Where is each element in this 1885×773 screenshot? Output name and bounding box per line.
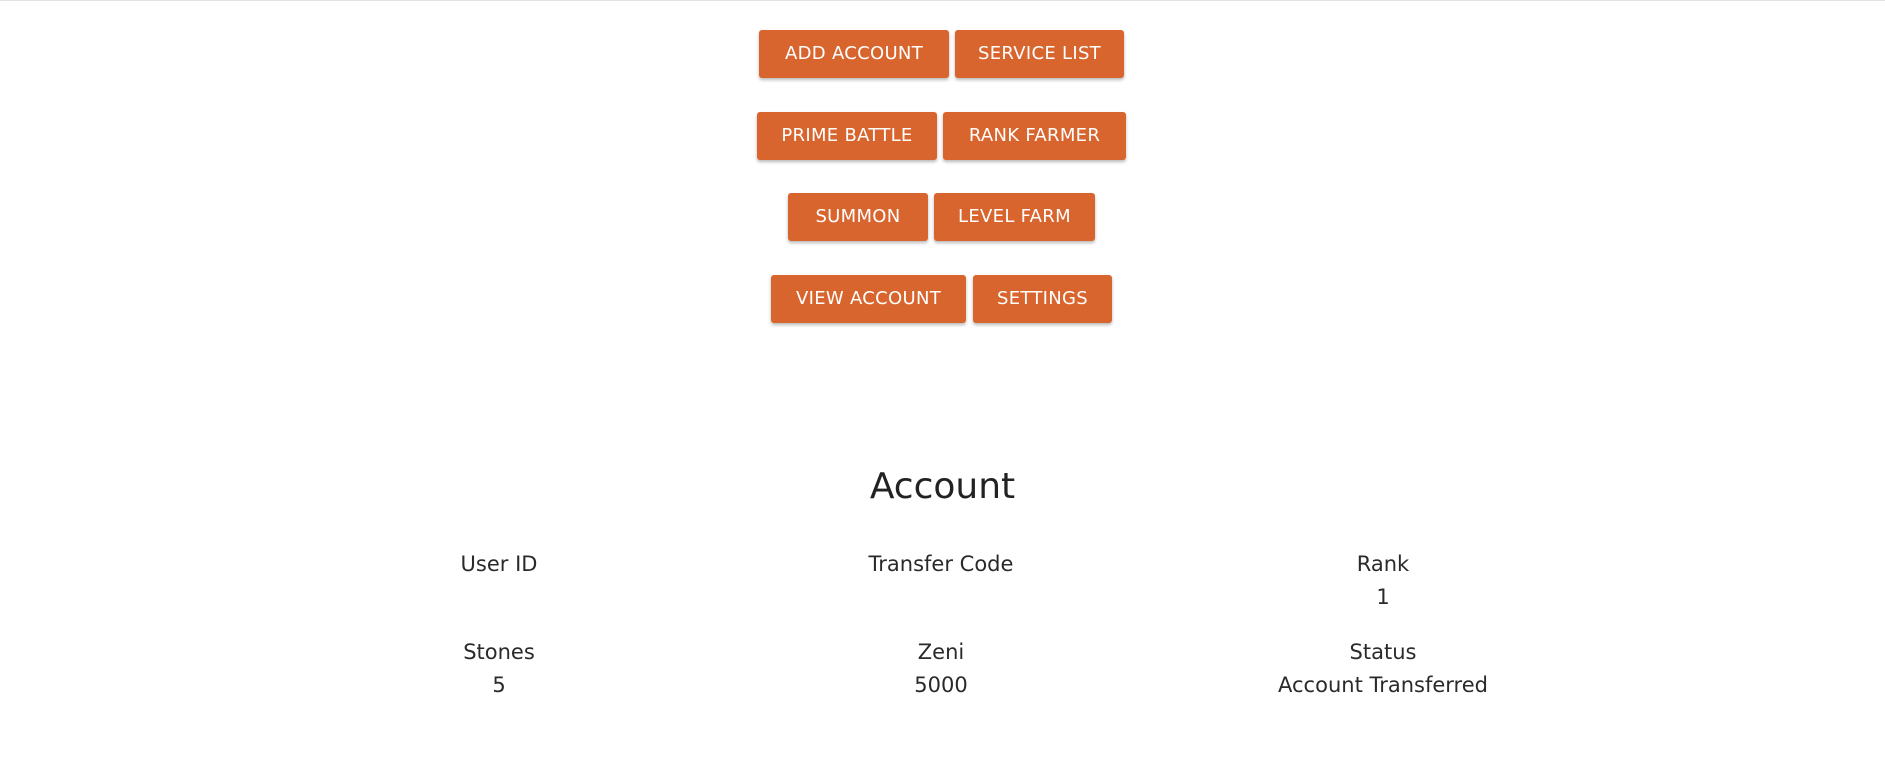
prime-battle-button[interactable]: PRIME BATTLE xyxy=(757,112,937,160)
user-id-field: User ID xyxy=(289,548,709,614)
stones-label: Stones xyxy=(463,640,535,664)
nav-row-4: VIEW ACCOUNT SETTINGS xyxy=(0,275,1885,325)
transfer-code-field: Transfer Code xyxy=(731,548,1151,614)
nav-row-1: ADD ACCOUNT SERVICE LIST xyxy=(0,30,1885,80)
stones-field: Stones 5 xyxy=(289,636,709,702)
zeni-field: Zeni 5000 xyxy=(731,636,1151,702)
level-farm-button[interactable]: LEVEL FARM xyxy=(934,193,1095,241)
zeni-value: 5000 xyxy=(914,673,968,697)
summon-button[interactable]: SUMMON xyxy=(788,193,928,241)
settings-button[interactable]: SETTINGS xyxy=(973,275,1112,323)
account-title: Account xyxy=(869,466,1016,507)
add-account-button[interactable]: ADD ACCOUNT xyxy=(759,30,949,78)
user-id-value xyxy=(289,581,709,614)
status-value: Account Transferred xyxy=(1278,673,1488,697)
zeni-label: Zeni xyxy=(917,640,965,664)
transfer-code-label: Transfer Code xyxy=(868,552,1014,576)
transfer-code-value xyxy=(731,581,1151,614)
nav-row-3: SUMMON LEVEL FARM xyxy=(0,193,1885,243)
rank-field: Rank 1 xyxy=(1173,548,1593,614)
rank-value: 1 xyxy=(1376,585,1390,609)
status-label: Status xyxy=(1349,640,1417,664)
stones-value: 5 xyxy=(492,673,506,697)
user-id-label: User ID xyxy=(460,552,538,576)
status-field: Status Account Transferred xyxy=(1173,636,1593,702)
nav-row-2: PRIME BATTLE RANK FARMER xyxy=(0,112,1885,162)
rank-farmer-button[interactable]: RANK FARMER xyxy=(943,112,1126,160)
rank-label: Rank xyxy=(1356,552,1410,576)
view-account-button[interactable]: VIEW ACCOUNT xyxy=(771,275,966,323)
service-list-button[interactable]: SERVICE LIST xyxy=(955,30,1124,78)
